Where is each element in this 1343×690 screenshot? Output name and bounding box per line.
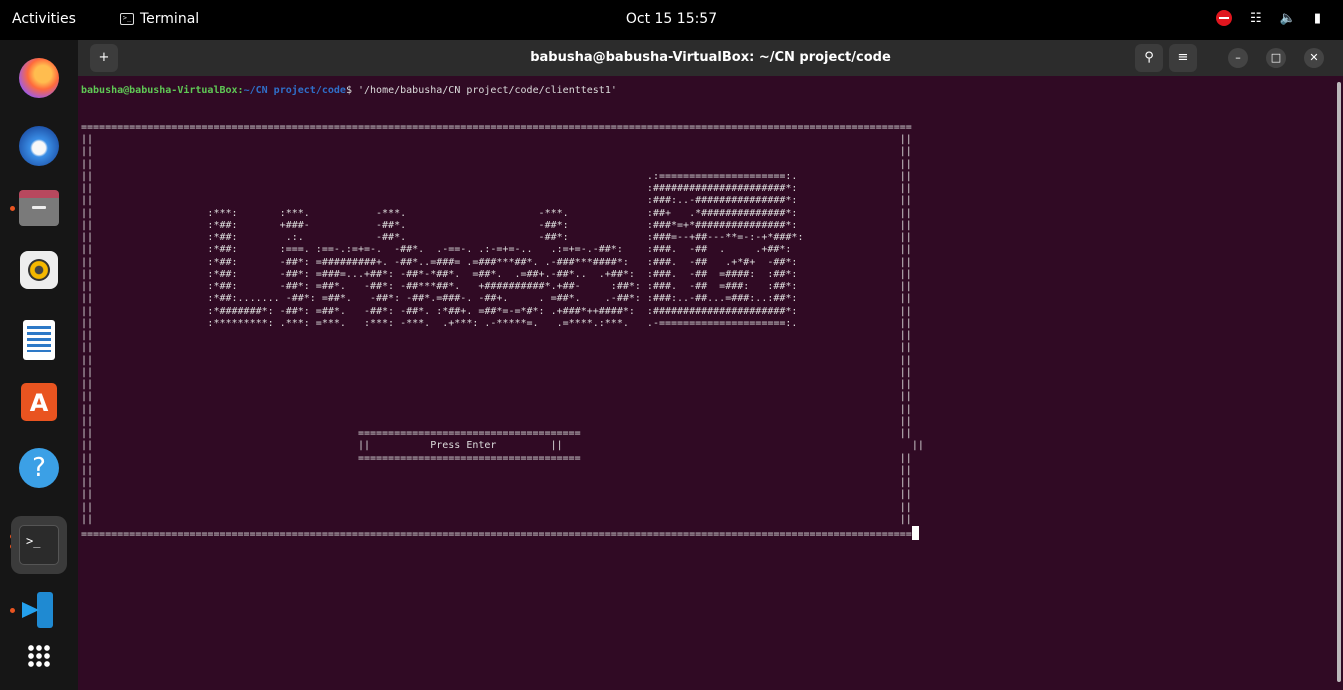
prompt-suffix: $ bbox=[345, 85, 358, 96]
dock-files[interactable] bbox=[17, 186, 61, 230]
maximize-icon[interactable]: □ bbox=[1266, 48, 1286, 68]
dock: A ? >_ bbox=[0, 40, 78, 690]
help-icon: ? bbox=[19, 448, 59, 488]
scrollbar[interactable] bbox=[1337, 82, 1341, 682]
update-icon[interactable] bbox=[1216, 10, 1232, 26]
system-tray[interactable]: ☷ 🔈 ▮ bbox=[1216, 10, 1321, 26]
ascii-banner: ========================================… bbox=[81, 121, 912, 452]
show-apps-button[interactable] bbox=[17, 634, 61, 678]
prompt-user: babusha@babusha-VirtualBox bbox=[81, 85, 238, 96]
terminal-window: + babusha@babusha-VirtualBox: ~/CN proje… bbox=[78, 40, 1343, 690]
close-icon[interactable]: ✕ bbox=[1304, 48, 1324, 68]
app-menu[interactable]: >_ Terminal bbox=[120, 11, 199, 27]
clock[interactable]: Oct 15 15:57 bbox=[626, 11, 717, 27]
activities-button[interactable]: Activities bbox=[12, 11, 76, 27]
minimize-icon[interactable]: – bbox=[1228, 48, 1248, 68]
dock-help[interactable]: ? bbox=[17, 446, 61, 490]
search-icon[interactable]: ⚲ bbox=[1135, 44, 1163, 72]
running-indicator bbox=[10, 206, 15, 211]
press-enter-label: Press Enter bbox=[430, 440, 497, 452]
dock-writer[interactable] bbox=[17, 318, 61, 362]
terminal-content[interactable]: babusha@babusha-VirtualBox:~/CN project/… bbox=[78, 76, 1343, 690]
thunderbird-icon bbox=[19, 126, 59, 166]
app-name: Terminal bbox=[140, 11, 200, 27]
running-indicator bbox=[10, 608, 15, 613]
prompt-path: ~/CN project/code bbox=[243, 85, 346, 96]
top-bar: Activities >_ Terminal Oct 15 15:57 ☷ 🔈 … bbox=[0, 0, 1343, 40]
window-titlebar[interactable]: + babusha@babusha-VirtualBox: ~/CN proje… bbox=[78, 40, 1343, 76]
dock-vscode[interactable] bbox=[17, 588, 61, 632]
terminal-small-icon: >_ bbox=[120, 13, 134, 25]
rhythmbox-icon bbox=[20, 251, 58, 289]
dock-terminal[interactable]: >_ bbox=[11, 516, 67, 574]
network-icon[interactable]: ☷ bbox=[1250, 11, 1262, 26]
terminal-output: babusha@babusha-VirtualBox:~/CN project/… bbox=[81, 85, 924, 540]
battery-icon[interactable]: ▮ bbox=[1314, 11, 1321, 26]
dock-app-center[interactable]: A bbox=[17, 380, 61, 424]
terminal-icon: >_ bbox=[19, 525, 59, 565]
volume-icon[interactable]: 🔈 bbox=[1280, 11, 1296, 26]
command-text: '/home/babusha/CN project/code/clienttes… bbox=[357, 85, 617, 96]
dock-thunderbird[interactable] bbox=[17, 124, 61, 168]
firefox-icon bbox=[19, 58, 59, 98]
menu-icon[interactable]: ≡ bbox=[1169, 44, 1197, 72]
dock-rhythmbox[interactable] bbox=[17, 248, 61, 292]
text-cursor bbox=[911, 526, 919, 540]
app-center-icon: A bbox=[21, 383, 57, 421]
files-icon bbox=[19, 190, 59, 226]
libreoffice-writer-icon bbox=[23, 320, 55, 360]
ascii-banner-bottom: || || || ===============================… bbox=[81, 440, 924, 540]
dock-firefox[interactable] bbox=[17, 56, 61, 100]
vscode-icon bbox=[19, 592, 59, 628]
show-apps-icon bbox=[27, 644, 51, 668]
